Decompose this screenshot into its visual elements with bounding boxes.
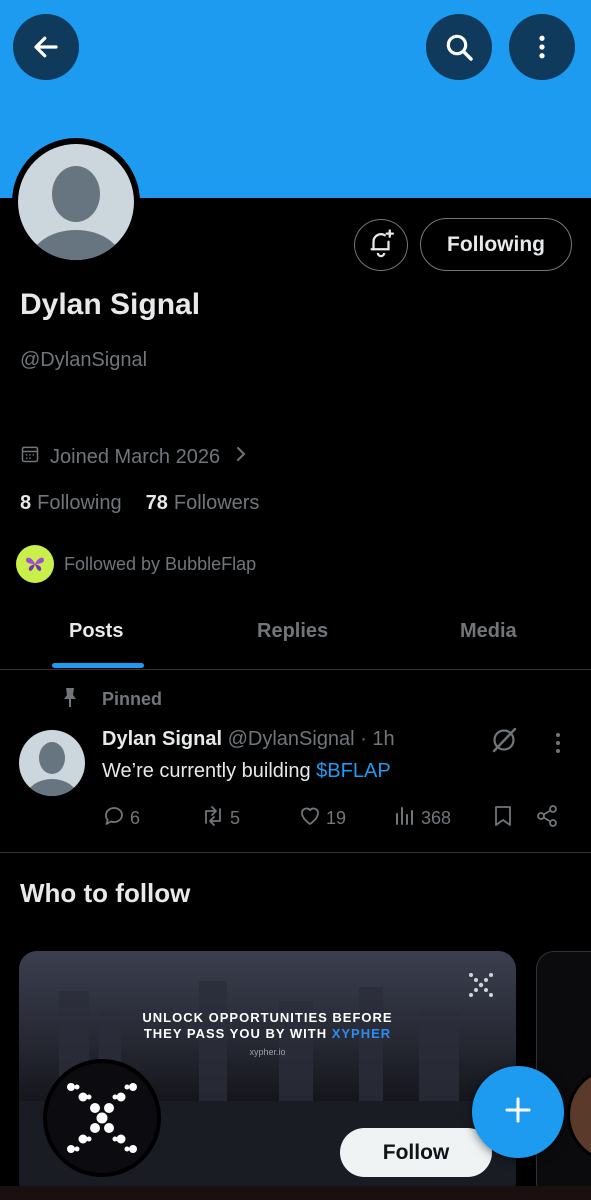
tab-media[interactable]: Media: [460, 620, 517, 643]
search-button[interactable]: [426, 14, 492, 80]
post-text-body: We’re currently building: [102, 760, 317, 782]
post-author-avatar[interactable]: [19, 730, 85, 796]
card-headline-accent: XYPHER: [331, 1026, 392, 1041]
grok-button[interactable]: [490, 726, 518, 759]
bookmark-icon: [492, 804, 514, 833]
profile-name: Dylan Signal: [20, 288, 201, 321]
card-url: xypher.io: [249, 1047, 286, 1057]
default-avatar-icon: [26, 742, 78, 796]
post-author-name[interactable]: Dylan Signal: [102, 728, 222, 750]
chevron-right-icon: [234, 445, 248, 469]
pinned-label: Pinned: [102, 689, 163, 709]
like-button[interactable]: 19: [298, 804, 346, 833]
bell-plus-icon: [366, 228, 396, 263]
joined-date[interactable]: Joined March 2026: [20, 444, 248, 470]
share-button[interactable]: [535, 804, 559, 833]
active-tab-indicator: [52, 663, 144, 668]
like-count: 19: [326, 808, 347, 828]
compose-button[interactable]: [472, 1066, 564, 1158]
more-vertical-icon: [548, 733, 568, 760]
followers-stat-label: Followers: [173, 492, 260, 514]
follow-stats: 8 Following 78 Followers: [20, 492, 259, 515]
post-header: Dylan Signal @DylanSignal · 1h: [102, 728, 395, 751]
plus-icon: [503, 1095, 533, 1130]
tab-replies[interactable]: Replies: [257, 620, 328, 643]
tab-posts[interactable]: Posts: [69, 620, 123, 643]
search-icon: [443, 31, 475, 63]
heart-icon: [298, 804, 322, 833]
grok-icon: [490, 727, 518, 758]
card-headline-line1: UNLOCK OPPORTUNITIES BEFORE: [142, 1010, 393, 1025]
profile-avatar[interactable]: [12, 138, 140, 266]
following-button[interactable]: Following: [420, 218, 572, 271]
views-button[interactable]: 368: [393, 804, 451, 833]
card-headline-line2-text: THEY PASS YOU BY WITH: [143, 1026, 332, 1041]
views-icon: [393, 804, 417, 833]
repost-icon: [200, 804, 226, 833]
xypher-logo-icon: [67, 1083, 137, 1153]
followers-count: 78: [145, 492, 168, 514]
post-time: · 1h: [360, 728, 395, 750]
cashtag-link[interactable]: $BFLAP: [316, 760, 390, 782]
reply-icon: [102, 804, 126, 833]
repost-count: 5: [230, 808, 241, 828]
post-actions: 6 5 19 368: [0, 804, 591, 830]
bookmark-button[interactable]: [492, 804, 514, 833]
followed-by[interactable]: Followed by BubbleFlap: [16, 545, 256, 583]
repost-button[interactable]: 5: [200, 804, 240, 833]
back-button[interactable]: [13, 14, 79, 80]
views-count: 368: [421, 808, 452, 828]
post-author-handle[interactable]: @DylanSignal: [228, 728, 355, 750]
more-button[interactable]: [509, 14, 575, 80]
following-stat[interactable]: 8 Following: [20, 492, 122, 515]
post-more-button[interactable]: [548, 730, 568, 761]
bottom-edge: [0, 1186, 591, 1200]
card-headline-line2: THEY PASS YOU BY WITH XYPHER: [19, 1026, 516, 1042]
xypher-avatar[interactable]: [43, 1059, 161, 1177]
notifications-button[interactable]: [354, 219, 408, 271]
post-text: We’re currently building $BFLAP: [102, 760, 391, 783]
card-headline: UNLOCK OPPORTUNITIES BEFORE THEY PASS YO…: [19, 1010, 516, 1042]
joined-label: Joined March 2026: [50, 445, 221, 468]
more-vertical-icon: [527, 32, 557, 62]
pinned-indicator: Pinned: [60, 686, 162, 713]
arrow-left-icon: [31, 32, 61, 62]
reply-count: 6: [130, 808, 141, 828]
calendar-icon: [20, 444, 40, 470]
followed-by-label: Followed by BubbleFlap: [64, 553, 257, 574]
following-count: 8: [20, 492, 32, 514]
suggested-account-avatar[interactable]: [567, 1067, 591, 1163]
followers-stat[interactable]: 78 Followers: [146, 492, 260, 515]
section-divider: [0, 852, 591, 853]
profile-tabs: Posts Replies Media: [0, 600, 591, 670]
bubbleflap-avatar: [16, 545, 54, 583]
default-avatar-icon: [30, 166, 122, 260]
share-icon: [535, 804, 559, 833]
profile-handle: @DylanSignal: [20, 349, 148, 371]
xypher-x-icon: [467, 971, 495, 1004]
following-stat-label: Following: [37, 492, 122, 514]
reply-button[interactable]: 6: [102, 804, 140, 833]
suggested-account-card[interactable]: UNLOCK OPPORTUNITIES BEFORE THEY PASS YO…: [19, 951, 516, 1200]
who-to-follow-title: Who to follow: [20, 878, 191, 908]
follow-button[interactable]: Follow: [340, 1128, 492, 1177]
butterfly-icon: [26, 557, 44, 571]
pin-icon: [60, 686, 80, 713]
